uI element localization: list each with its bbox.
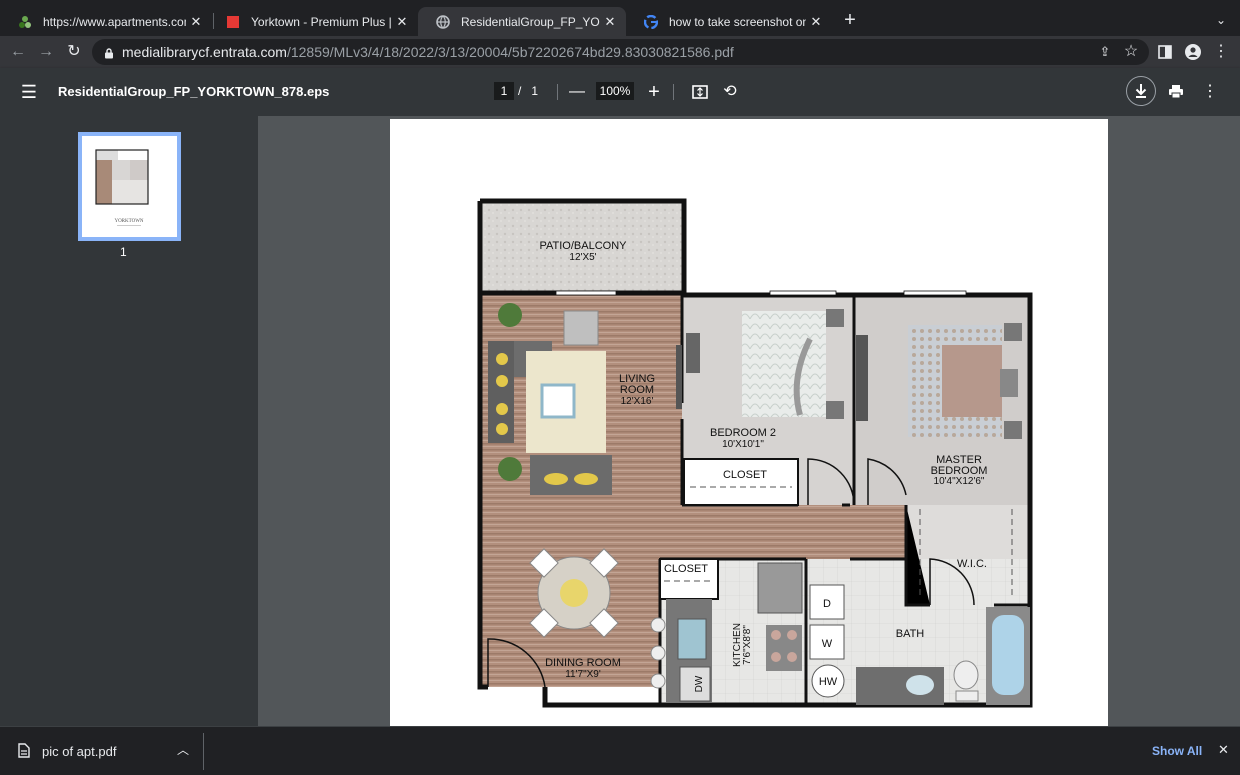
toolbar-divider xyxy=(557,84,558,100)
bedroom2-label: BEDROOM 2 xyxy=(710,427,776,439)
living-size: 12'X16' xyxy=(621,396,654,407)
fit-to-page-icon[interactable] xyxy=(688,80,712,104)
show-all-button[interactable]: Show All xyxy=(1152,744,1202,758)
close-tab-icon[interactable]: ✕ xyxy=(186,14,206,30)
kitchen-closet-label: CLOSET xyxy=(664,563,708,575)
tab-strip: https://www.apartments.com/c ✕ Yorktown … xyxy=(0,0,1240,36)
pdf-page: PATIO/BALCONY 12'X5' LIVING ROOM 12'X16'… xyxy=(390,119,1108,726)
pdf-more-options-icon[interactable]: ⋮ xyxy=(1198,80,1222,104)
globe-icon xyxy=(436,14,450,29)
lock-icon xyxy=(104,46,114,59)
page-count: / 1 xyxy=(518,84,538,98)
bookmark-star-icon[interactable]: ☆ xyxy=(1119,40,1143,64)
file-icon xyxy=(18,743,30,763)
url-path: /12859/MLv3/4/18/2022/3/13/20004/5b72202… xyxy=(286,44,734,60)
pdf-viewer[interactable]: PATIO/BALCONY 12'X5' LIVING ROOM 12'X16'… xyxy=(258,116,1240,726)
floorplan-image: PATIO/BALCONY 12'X5' LIVING ROOM 12'X16'… xyxy=(477,198,1033,708)
tab-title: https://www.apartments.com/c xyxy=(43,14,186,29)
dining-size: 11'7"X9' xyxy=(565,669,601,680)
url-text: medialibrarycf.entrata.com/12859/MLv3/4/… xyxy=(122,44,734,60)
bedroom2-size: 10'X10'1" xyxy=(722,439,764,450)
browser-toolbar: ← → ↻ medialibrarycf.entrata.com/12859/M… xyxy=(0,36,1240,68)
hall-floor xyxy=(682,505,906,559)
patio-label: PATIO/BALCONY xyxy=(539,240,627,252)
pdf-title: ResidentialGroup_FP_YORKTOWN_878.eps xyxy=(58,84,330,99)
dining-label: DINING ROOM xyxy=(545,657,621,669)
kitchen-size: 7'6"X8'8" xyxy=(742,625,753,665)
dishwasher-label: DW xyxy=(694,675,705,692)
page-thumbnail[interactable]: YORKTOWN xyxy=(78,132,181,241)
dryer-label: D xyxy=(823,598,831,610)
tab-title: ResidentialGroup_FP_YORKTOWN xyxy=(461,14,600,29)
thumbnail-sidebar: YORKTOWN 1 xyxy=(0,116,258,726)
download-icon xyxy=(1135,84,1147,98)
download-shelf: pic of apt.pdf ︿ Show All ✕ xyxy=(0,726,1240,775)
download-divider xyxy=(203,733,204,770)
thumbnail-page-number: 1 xyxy=(120,245,127,259)
thumbnail-caption: YORKTOWN xyxy=(114,219,143,224)
tab-title: how to take screenshot on mac xyxy=(669,14,806,29)
toolbar-divider xyxy=(673,84,674,100)
download-filename[interactable]: pic of apt.pdf xyxy=(42,744,116,759)
url-host: medialibrarycf.entrata.com xyxy=(122,44,287,60)
zoom-input[interactable]: 100% xyxy=(596,82,634,100)
wic-label: W.I.C. xyxy=(957,558,987,570)
tab-yorktown[interactable]: Yorktown - Premium Plus | 2 Be ✕ xyxy=(208,7,418,36)
red-square-icon xyxy=(226,15,240,29)
living-label-line2: ROOM xyxy=(620,384,654,396)
bath-label: BATH xyxy=(896,628,925,640)
download-button[interactable] xyxy=(1126,76,1156,106)
patio-size: 12'X5' xyxy=(569,252,596,263)
master-size: 10'4"X12'6" xyxy=(934,476,985,487)
close-tab-icon[interactable]: ✕ xyxy=(806,14,826,30)
recycle-icon xyxy=(18,15,32,29)
side-panel-icon[interactable] xyxy=(1153,40,1177,64)
tab-search-icon[interactable]: ⌄ xyxy=(1211,10,1231,30)
zoom-out-icon[interactable]: — xyxy=(565,80,589,104)
menu-hamburger-icon[interactable]: ☰ xyxy=(17,80,41,104)
close-download-bar-icon[interactable]: ✕ xyxy=(1218,742,1229,758)
bedroom2-closet-label: CLOSET xyxy=(723,469,767,481)
address-bar[interactable]: medialibrarycf.entrata.com/12859/MLv3/4/… xyxy=(92,39,1149,65)
zoom-in-icon[interactable]: + xyxy=(642,80,666,104)
reload-icon[interactable]: ↻ xyxy=(62,40,86,64)
water-heater-label: HW xyxy=(819,676,838,688)
page-separator: / xyxy=(518,84,522,98)
thumbnail-page: YORKTOWN xyxy=(82,136,177,237)
print-icon[interactable] xyxy=(1164,80,1188,104)
share-icon[interactable]: ⇪ xyxy=(1093,40,1117,64)
back-arrow-icon[interactable]: ← xyxy=(6,40,30,64)
browser-menu-icon[interactable]: ⋮ xyxy=(1209,40,1233,64)
close-tab-icon[interactable]: ✕ xyxy=(600,14,620,30)
tab-apartments[interactable]: https://www.apartments.com/c ✕ xyxy=(0,7,212,36)
washer-label: W xyxy=(822,638,833,650)
close-tab-icon[interactable]: ✕ xyxy=(392,14,412,30)
profile-avatar-icon[interactable] xyxy=(1181,40,1205,64)
chevron-up-icon[interactable]: ︿ xyxy=(177,741,189,758)
page-number-input[interactable]: 1 xyxy=(494,82,514,100)
tab-residentialgroup[interactable]: ResidentialGroup_FP_YORKTOWN ✕ xyxy=(418,7,626,36)
tab-title: Yorktown - Premium Plus | 2 Be xyxy=(251,14,392,29)
tab-google-search[interactable]: how to take screenshot on mac ✕ xyxy=(626,7,832,36)
forward-arrow-icon[interactable]: → xyxy=(34,40,58,64)
new-tab-button[interactable]: + xyxy=(840,8,860,32)
rotate-icon[interactable]: ⟲ xyxy=(718,80,742,104)
page-total: 1 xyxy=(531,84,539,98)
thumbnail-floorplan-image: YORKTOWN xyxy=(95,149,149,226)
google-icon xyxy=(644,14,658,29)
pdf-toolbar: ☰ ResidentialGroup_FP_YORKTOWN_878.eps 1… xyxy=(0,68,1240,116)
